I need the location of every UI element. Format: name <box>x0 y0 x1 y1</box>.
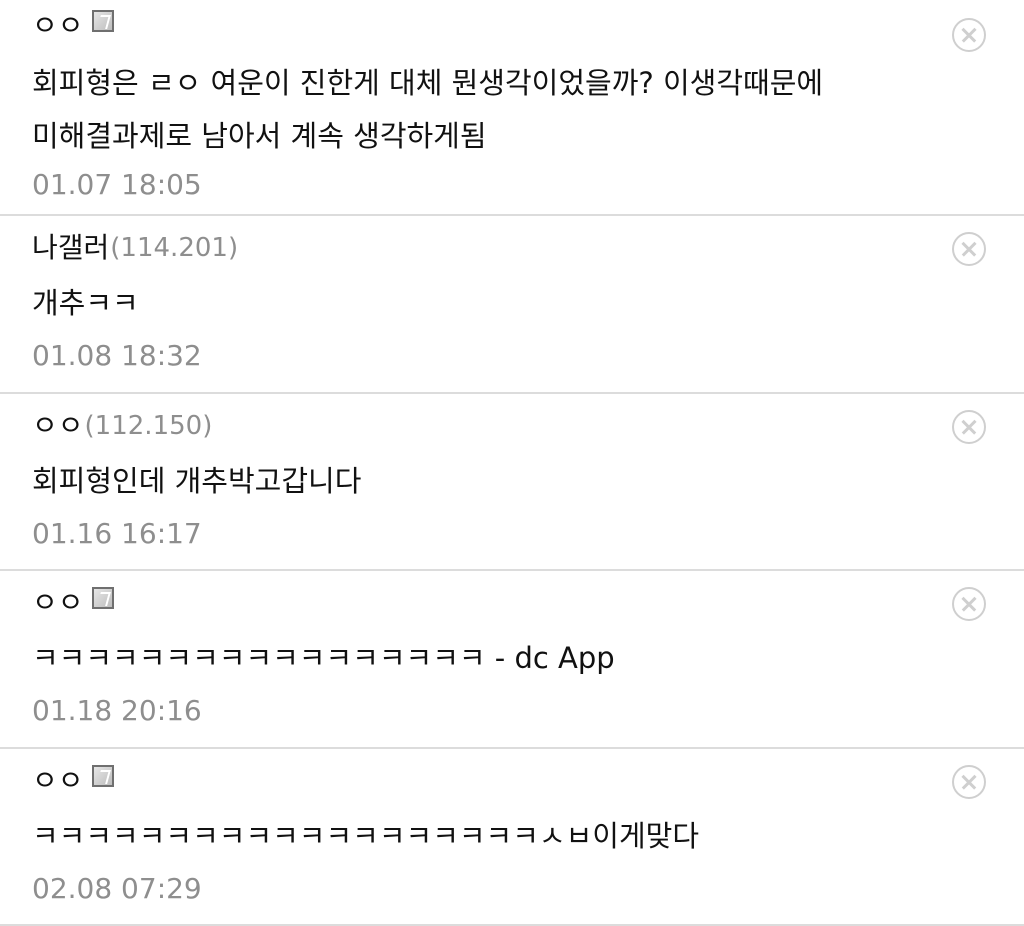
comment-nickname[interactable]: ㅇㅇ <box>32 408 84 444</box>
fixed-nick-badge-icon <box>91 764 114 787</box>
delete-comment-button[interactable] <box>952 764 986 799</box>
comment-list: ㅇㅇ 회피형은 ㄹㅇ 여운이 진한게 대체 뭔생각이었을까? 이생각때문에 미해… <box>0 0 1024 926</box>
delete-comment-button[interactable] <box>952 18 986 52</box>
comment-timestamp: 01.08 18:32 <box>32 339 202 372</box>
comment-timestamp: 02.08 07:29 <box>32 871 202 905</box>
comment-item: ㅇㅇ 회피형은 ㄹㅇ 여운이 진한게 대체 뭔생각이었을까? 이생각때문에 미해… <box>0 0 1024 216</box>
comment-item: ㅇㅇ ㅋㅋㅋㅋㅋㅋㅋㅋㅋㅋㅋㅋㅋㅋㅋㅋㅋㅋㅋㅅㅂ이게맞다 02.08 07:29 <box>0 749 1024 926</box>
delete-comment-button[interactable] <box>952 409 986 444</box>
comment-timestamp: 01.18 20:16 <box>32 694 202 727</box>
comment-header: ㅇㅇ <box>32 585 934 621</box>
comment-header: ㅇㅇ <box>32 763 934 799</box>
delete-comment-button[interactable] <box>952 587 986 621</box>
comment-nickname[interactable]: ㅇㅇ <box>32 8 84 44</box>
comment-text: 회피형인데 개추박고갑니다 <box>32 463 362 498</box>
comment-nickname[interactable]: ㅇㅇ <box>32 585 84 621</box>
comment-text: ㅋㅋㅋㅋㅋㅋㅋㅋㅋㅋㅋㅋㅋㅋㅋㅋㅋ - dc App <box>32 641 615 675</box>
comment-ip: (114.201) <box>110 233 239 263</box>
comment-text: 회피형은 ㄹㅇ 여운이 진한게 대체 뭔생각이었을까? 이생각때문에 미해결과제… <box>32 66 824 153</box>
comment-text: 개추ㅋㅋ <box>32 286 139 320</box>
fixed-nick-badge-icon <box>91 587 114 609</box>
comment-text: ㅋㅋㅋㅋㅋㅋㅋㅋㅋㅋㅋㅋㅋㅋㅋㅋㅋㅋㅋㅅㅂ이게맞다 <box>32 818 700 853</box>
fixed-nick-badge-icon <box>91 10 114 32</box>
comment-header: ㅇㅇ (112.150) <box>32 408 934 444</box>
comment-ip: (112.150) <box>84 410 213 441</box>
comment-item: ㅇㅇ (112.150) 회피형인데 개추박고갑니다 01.16 16:17 <box>0 394 1024 571</box>
comment-timestamp: 01.07 18:05 <box>32 168 202 201</box>
comment-timestamp: 01.16 16:17 <box>32 516 202 550</box>
delete-comment-button[interactable] <box>952 232 986 266</box>
comment-item: 나갤러 (114.201) 개추ㅋㅋ 01.08 18:32 <box>0 216 1024 394</box>
comment-nickname[interactable]: 나갤러 <box>32 230 109 266</box>
comment-nickname[interactable]: ㅇㅇ <box>32 763 84 799</box>
comment-header: 나갤러 (114.201) <box>32 230 934 266</box>
comment-header: ㅇㅇ <box>32 8 934 44</box>
comment-item: ㅇㅇ ㅋㅋㅋㅋㅋㅋㅋㅋㅋㅋㅋㅋㅋㅋㅋㅋㅋ - dc App 01.18 20:1… <box>0 571 1024 749</box>
